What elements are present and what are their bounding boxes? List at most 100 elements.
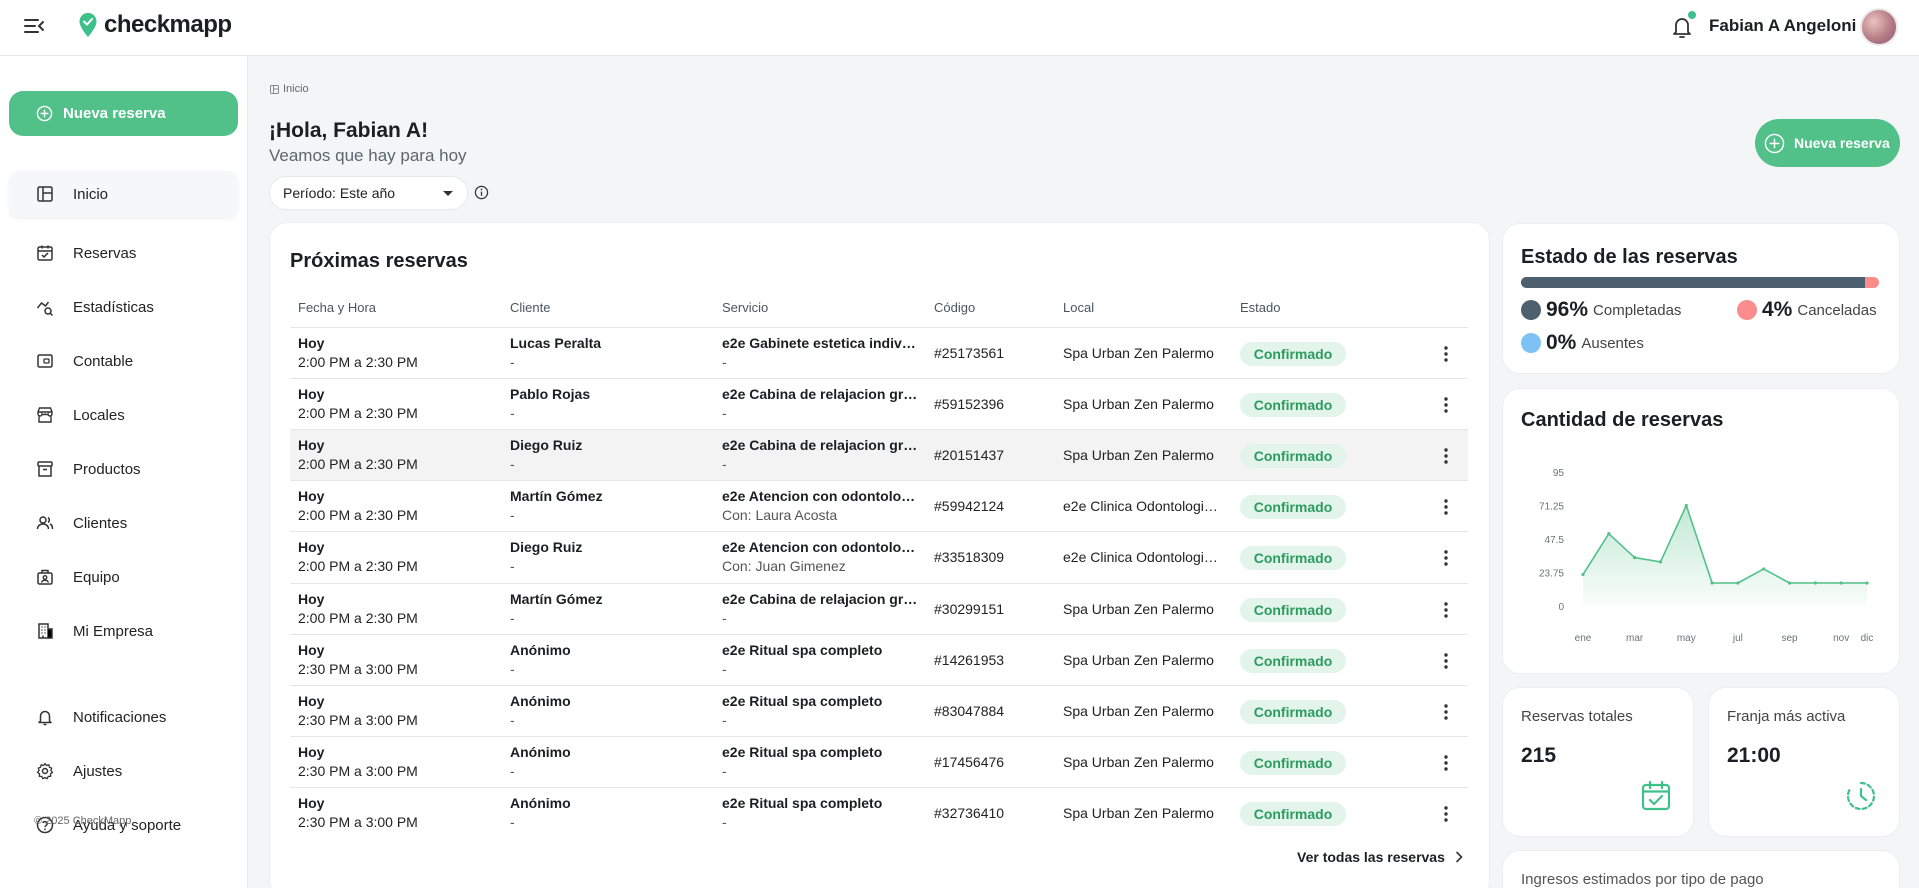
status-badge: Confirmado xyxy=(1240,750,1346,775)
more-options-icon[interactable] xyxy=(1435,802,1457,826)
income-title: Ingresos estimados por tipo de pago xyxy=(1521,871,1764,888)
more-options-icon[interactable] xyxy=(1435,495,1457,519)
total-bookings-label: Reservas totales xyxy=(1521,708,1633,725)
breadcrumb[interactable]: Inicio xyxy=(270,83,309,95)
avatar[interactable] xyxy=(1860,8,1898,46)
data-point xyxy=(1787,581,1792,585)
table-row[interactable]: Hoy 2:00 PM a 2:30 PM Diego Ruiz - e2e Cabin… xyxy=(290,429,1468,481)
info-icon[interactable] xyxy=(474,185,489,200)
row-service-sub: Con: Juan Gimenez xyxy=(722,558,846,575)
sidebar-item-label: Mi Empresa xyxy=(73,622,154,640)
sidebar-item-label: Estadísticas xyxy=(73,298,154,316)
y-tick-label: 95 xyxy=(1553,468,1565,479)
x-tick-label: mar xyxy=(1626,633,1644,644)
page-subtitle: Veamos que hay para hoy xyxy=(269,146,467,165)
sidebar-item-reservas[interactable]: Reservas xyxy=(9,230,238,276)
chart-title: Cantidad de reservas xyxy=(1521,409,1724,431)
new-booking-button[interactable]: Nueva reserva xyxy=(1755,119,1900,167)
x-tick-label: sep xyxy=(1781,633,1798,644)
more-options-icon[interactable] xyxy=(1435,393,1457,417)
page-title: ¡Hola, Fabian A! xyxy=(269,119,429,142)
row-service: e2e Cabina de relajacion grupal xyxy=(722,590,918,607)
more-options-icon[interactable] xyxy=(1435,649,1457,673)
row-client-sub: - xyxy=(510,354,515,370)
row-local: Spa Urban Zen Palermo xyxy=(1063,600,1214,617)
bookings-title: Próximas reservas xyxy=(290,250,468,272)
sidebar-item-label: Inicio xyxy=(73,185,109,203)
column-header-date: Fecha y Hora xyxy=(298,300,377,315)
bell-icon xyxy=(38,710,52,726)
table-row[interactable]: Hoy 2:00 PM a 2:30 PM Martín Gómez - e2e Ate… xyxy=(290,480,1468,531)
row-service: e2e Atencion con odontologo xyxy=(722,539,918,556)
total-bookings-value: 215 xyxy=(1521,744,1557,767)
team-icon xyxy=(37,569,53,585)
row-service-sub: - xyxy=(722,609,727,626)
new-booking-label: Nueva reserva xyxy=(63,105,166,122)
sidebar-item-ajustes[interactable]: Ajustes xyxy=(9,748,238,794)
sidebar-item-label: Equipo xyxy=(73,568,120,586)
sidebar-item-equipo[interactable]: Equipo xyxy=(9,554,238,600)
table-row[interactable]: Hoy 2:00 PM a 2:30 PM Lucas Peralta - e2e Ga… xyxy=(290,327,1468,378)
more-options-icon[interactable] xyxy=(1435,598,1457,622)
logo[interactable]: checkmapp xyxy=(78,11,232,39)
sidebar-item-notificaciones[interactable]: Notificaciones xyxy=(9,694,238,740)
sidebar-item-label: Reservas xyxy=(73,244,137,262)
more-options-icon[interactable] xyxy=(1435,700,1457,724)
clock-icon xyxy=(1846,781,1876,811)
sidebar-item-locales[interactable]: Locales xyxy=(9,392,238,438)
series-area xyxy=(1583,505,1867,607)
data-point xyxy=(1839,581,1843,585)
row-code: #25173561 xyxy=(934,345,1005,361)
row-client-sub: - xyxy=(510,660,515,677)
cancelled-pct: 4% xyxy=(1762,298,1793,321)
row-client: Anónimo xyxy=(510,692,571,709)
column-header-code: Código xyxy=(934,300,976,315)
more-options-icon[interactable] xyxy=(1435,342,1457,366)
y-tick-label: 23.75 xyxy=(1539,569,1564,580)
user-name[interactable]: Fabian A Angeloni xyxy=(1709,16,1856,36)
sidebar-item-label: Productos xyxy=(73,460,141,478)
row-time: 2:30 PM a 3:00 PM xyxy=(298,660,418,677)
column-header-service: Servicio xyxy=(722,300,769,315)
busiest-slot-value: 21:00 xyxy=(1727,744,1781,767)
status-badge: Confirmado xyxy=(1240,444,1346,469)
table-row[interactable]: Hoy 2:00 PM a 2:30 PM Diego Ruiz - e2e Atenc… xyxy=(290,531,1468,582)
more-options-icon[interactable] xyxy=(1435,444,1457,468)
sidebar-item-inicio[interactable]: Inicio xyxy=(9,171,238,217)
see-all-bookings-link[interactable]: Ver todas las reservas xyxy=(1297,849,1463,865)
row-client-sub: - xyxy=(510,711,515,728)
more-options-icon[interactable] xyxy=(1435,751,1457,775)
row-client: Martín Gómez xyxy=(510,488,603,505)
sidebar-item-label: Locales xyxy=(73,406,125,424)
more-options-icon[interactable] xyxy=(1435,546,1457,570)
sidebar-item-contable[interactable]: Contable xyxy=(9,338,238,384)
breadcrumb-label: Inicio xyxy=(283,83,309,95)
table-row[interactable]: Hoy 2:30 PM a 3:00 PM Anónimo - e2e Ritual s… xyxy=(290,633,1468,685)
period-select[interactable]: Período: Este año xyxy=(269,176,468,210)
row-service: e2e Ritual spa completo xyxy=(722,794,883,811)
menu-collapse-icon[interactable] xyxy=(22,14,46,38)
sidebar-item-label: Contable xyxy=(73,352,134,370)
y-tick-label: 0 xyxy=(1558,602,1564,613)
gear-icon xyxy=(36,762,54,780)
row-code: #59152396 xyxy=(934,396,1005,413)
sidebar-item-estadisticas[interactable]: Estadísticas xyxy=(9,284,238,330)
dashboard-icon xyxy=(270,84,279,94)
new-booking-button-sidebar[interactable]: Nueva reserva xyxy=(9,91,238,136)
row-client-sub: - xyxy=(510,762,515,779)
table-row[interactable]: Hoy 2:00 PM a 2:30 PM Pablo Rojas - e2e Cabi… xyxy=(290,378,1468,429)
sidebar-item-productos[interactable]: Productos xyxy=(9,446,238,492)
plus-circle-icon xyxy=(36,105,53,122)
table-row[interactable]: Hoy 2:30 PM a 3:00 PM Anónimo - e2e Ritual s… xyxy=(290,786,1468,838)
row-local: Spa Urban Zen Palermo xyxy=(1063,804,1214,821)
table-row[interactable]: Hoy 2:30 PM a 3:00 PM Anónimo - e2e Ritual s… xyxy=(290,735,1468,787)
table-row[interactable]: Hoy 2:30 PM a 3:00 PM Anónimo - e2e Ritual s… xyxy=(290,684,1468,736)
chevron-right-icon xyxy=(1456,851,1463,863)
sidebar-item-label: Notificaciones xyxy=(73,708,167,726)
row-local: Spa Urban Zen Palermo xyxy=(1063,447,1214,464)
table-row[interactable]: Hoy 2:00 PM a 2:30 PM Martín Gómez - e2e Cab… xyxy=(290,582,1468,634)
sidebar-item-mi-empresa[interactable]: Mi Empresa xyxy=(9,608,238,654)
sidebar-item-label: Ajustes xyxy=(73,762,123,780)
row-local: Spa Urban Zen Palermo xyxy=(1063,651,1214,668)
sidebar-item-clientes[interactable]: Clientes xyxy=(9,500,238,546)
